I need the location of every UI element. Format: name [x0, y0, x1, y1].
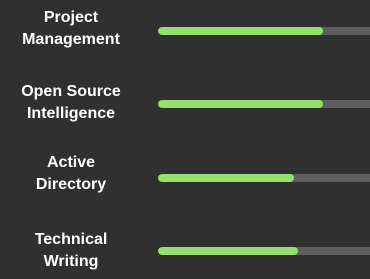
skill-bar-track [158, 27, 370, 35]
skill-row: Open Source Intelligence [0, 73, 370, 133]
skill-bar-fill [158, 247, 298, 255]
skill-bar-fill [158, 27, 324, 35]
skill-bar-fill [158, 100, 324, 108]
skills-panel: Project Management Open Source Intellige… [0, 0, 370, 279]
skill-bar-fill [158, 174, 294, 182]
skill-row: Technical Writing [0, 219, 370, 279]
skill-row: Active Directory [0, 146, 370, 206]
skill-bar-track [158, 100, 370, 108]
skill-label: Open Source Intelligence [21, 83, 121, 122]
skill-label: Technical Writing [34, 231, 108, 270]
skill-label: Active Directory [35, 154, 107, 193]
skill-bar-track [158, 247, 370, 255]
skill-bar-track [158, 174, 370, 182]
skill-label: Project Management [22, 9, 120, 48]
skill-row: Project Management [0, 0, 370, 60]
